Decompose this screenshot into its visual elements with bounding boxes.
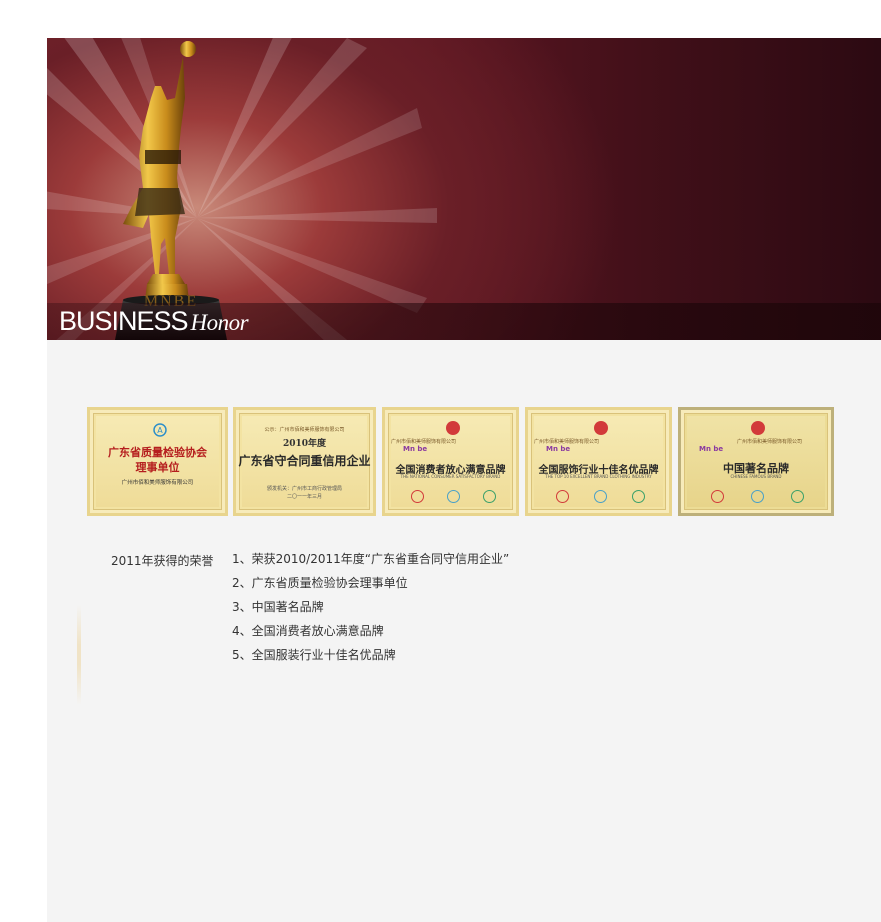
certificate-header: 广州市佰和美师服饰有限公司 [391, 439, 457, 445]
banner-title-italic: Honor [190, 310, 249, 335]
list-item: 1、荣获2010/2011年度“广东省重合同守信用企业” [232, 552, 510, 566]
quality-association-emblem-icon: A [153, 423, 167, 437]
certificate-english: THE NATIONAL CONSUMER SATISFACTORY BRAND [400, 474, 501, 479]
certificate-brand: Mn be [699, 445, 724, 453]
certificate-emblem-icon [594, 421, 608, 435]
stamp-icon [711, 490, 724, 503]
decorative-line [77, 605, 81, 705]
certificate-brand: Mn be [546, 445, 571, 453]
certificate-header: 公示：广州市佰和美师服饰有限公司 [264, 427, 345, 433]
stamp-icon [556, 490, 569, 503]
certificate-english: THE TOP 10 EXCELLENT BRAND CLOTHING INDU… [545, 474, 652, 479]
stamp-icon [751, 490, 764, 503]
stamp-icon [411, 490, 424, 503]
banner-title-bold: BUSINESS [59, 306, 189, 336]
svg-text:A: A [157, 426, 163, 435]
stamp-icon [483, 490, 496, 503]
certificate-consumer-satisfaction[interactable]: 广州市佰和美师服饰有限公司 Mn be 全国消费者放心满意品牌 THE NATI… [382, 407, 519, 516]
stamp-icon [447, 490, 460, 503]
certificate-header: 广州市佰和美师服饰有限公司 [534, 439, 600, 445]
certificate-line1: 广东省质量检验协会 [108, 446, 207, 459]
certificate-emblem-icon [751, 421, 765, 435]
stamp-icon [632, 490, 645, 503]
certificate-header: 广州市佰和美师服饰有限公司 [737, 439, 803, 445]
list-item: 2、广东省质量检验协会理事单位 [232, 576, 408, 590]
certificate-top-ten-brand[interactable]: 广州市佰和美师服饰有限公司 Mn be 全国服饰行业十佳名优品牌 THE TOP… [525, 407, 672, 516]
certificate-year: 2010年度 [282, 439, 327, 449]
list-item: 3、中国著名品牌 [232, 600, 324, 614]
certificate-company: 广州市佰和美师服饰有限公司 [121, 480, 194, 486]
certificate-quality-association[interactable]: A 广东省质量检验协会 理事单位 广州市佰和美师服饰有限公司 [87, 407, 228, 516]
certificate-emblem-icon [446, 421, 460, 435]
banner-title: BUSINESS Honor [59, 306, 249, 336]
certificate-contract-credit[interactable]: 公示：广州市佰和美师服饰有限公司 2010年度 广东省守合同重信用企业 颁发机关… [233, 407, 376, 516]
certificate-famous-brand[interactable]: 广州市佰和美师服饰有限公司 Mn be 中国著名品牌 CHINESE FAMOU… [678, 407, 834, 516]
honors-label: 2011年获得的荣誉 [111, 554, 214, 568]
certificate-date: 二〇一一年三月 [286, 494, 322, 500]
list-item: 5、全国服装行业十佳名优品牌 [232, 648, 396, 662]
certificate-main: 广东省守合同重信用企业 [238, 454, 371, 468]
honor-banner: MNBE BUSINESS Honor [47, 38, 881, 340]
certificate-footer: 颁发机关：广州市工商行政管理局 [266, 486, 342, 492]
certificate-line2: 理事单位 [135, 461, 180, 474]
certificate-brand: Mn be [403, 445, 428, 453]
stamp-icon [594, 490, 607, 503]
honor-content: A 广东省质量检验协会 理事单位 广州市佰和美师服饰有限公司 公示：广州市佰和美… [47, 340, 881, 922]
list-item: 4、全国消费者放心满意品牌 [232, 624, 384, 638]
stamp-icon [791, 490, 804, 503]
honors-list: 1、荣获2010/2011年度“广东省重合同守信用企业” 2、广东省质量检验协会… [232, 552, 509, 672]
certificate-english: CHINESE FAMOUS BRAND [730, 474, 782, 479]
